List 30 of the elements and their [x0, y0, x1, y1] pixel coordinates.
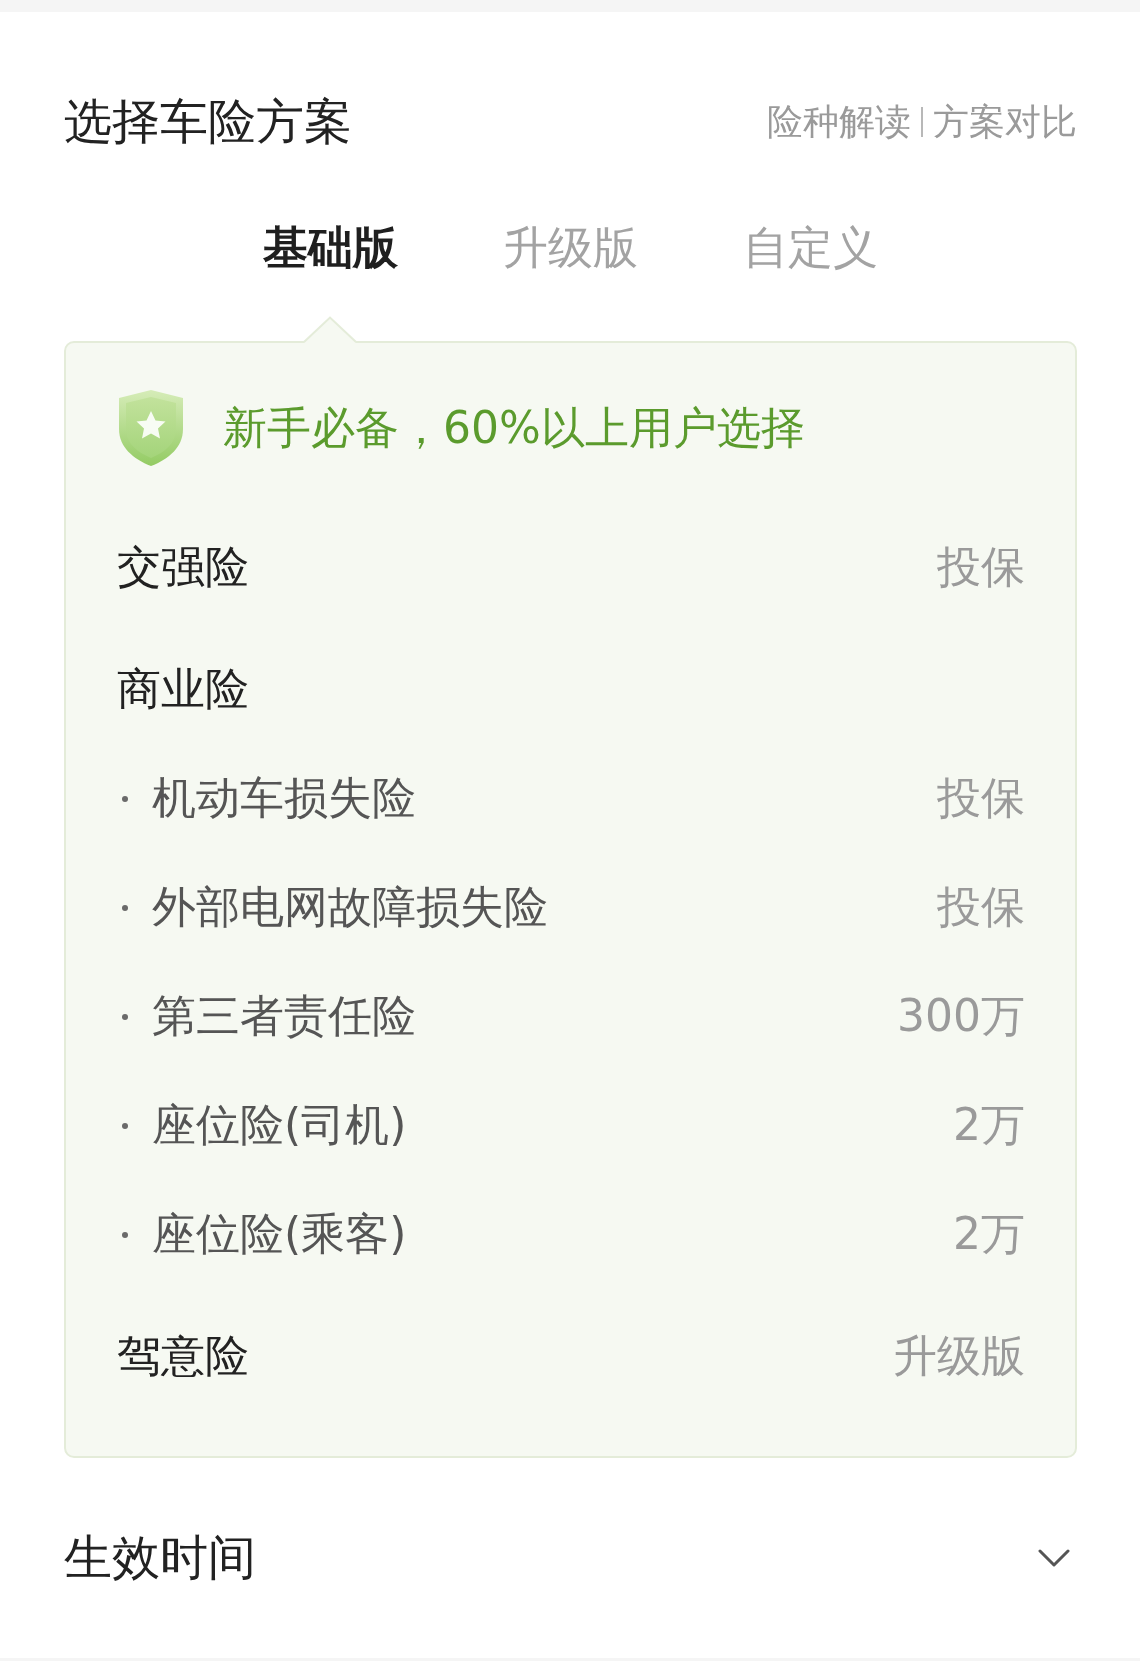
- shield-star-icon: [117, 389, 185, 467]
- effective-time-label: 生效时间: [64, 1528, 256, 1587]
- coverage-value: 300万: [897, 989, 1025, 1043]
- sub-coverage-label: 机动车损失险: [152, 771, 416, 825]
- chevron-down-icon[interactable]: [1038, 1548, 1070, 1568]
- coverage-value: 2万: [953, 1207, 1025, 1261]
- bullet-icon: [122, 1231, 128, 1238]
- bullet-icon: [122, 1013, 128, 1020]
- recommendation-text: 新手必备，60%以上用户选择: [223, 400, 805, 455]
- plan-tab[interactable]: 基础版: [210, 208, 451, 288]
- plan-tab[interactable]: 升级版: [450, 208, 691, 288]
- coverage-value: 投保: [937, 771, 1025, 825]
- coverage-value: 投保: [937, 880, 1025, 934]
- coverage-label: 商业险: [117, 662, 249, 716]
- coverage-value: 升级版: [893, 1329, 1025, 1383]
- sub-coverage-label: 第三者责任险: [152, 989, 416, 1043]
- coverage-label: 交强险: [117, 540, 249, 594]
- coverage-value: 2万: [953, 1098, 1025, 1152]
- bullet-icon: [122, 795, 128, 802]
- coverage-label: 驾意险: [117, 1329, 249, 1383]
- sub-coverage-label: 座位险(乘客): [152, 1207, 407, 1261]
- sub-coverage-label: 座位险(司机): [152, 1098, 407, 1152]
- sub-coverage-label: 外部电网故障损失险: [152, 880, 548, 934]
- plan-tab[interactable]: 自定义: [690, 208, 931, 288]
- bullet-icon: [122, 904, 128, 911]
- coverage-value: 投保: [937, 540, 1025, 594]
- bullet-icon: [122, 1122, 128, 1129]
- header-link[interactable]: 险种解读: [767, 97, 911, 147]
- header-link[interactable]: 方案对比: [933, 97, 1077, 147]
- section-title: 选择车险方案: [64, 92, 352, 151]
